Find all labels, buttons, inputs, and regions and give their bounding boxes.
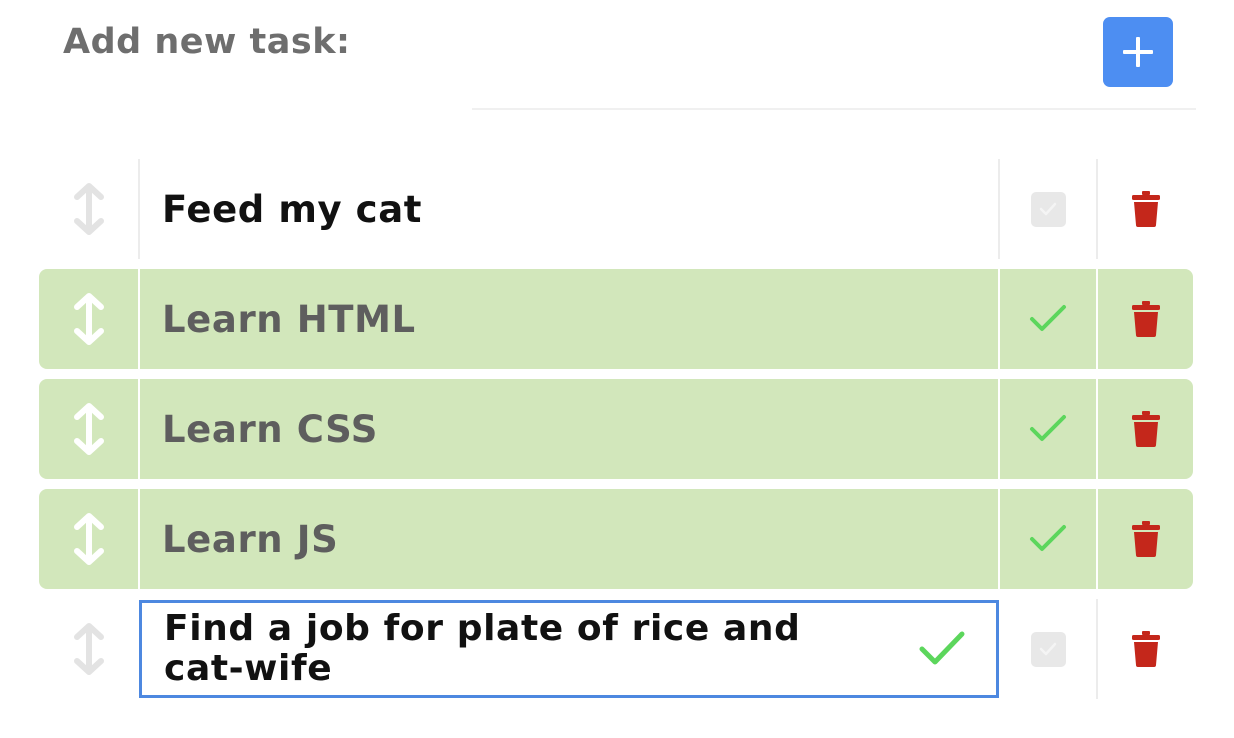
check-icon xyxy=(1030,305,1066,331)
drag-arrows-icon xyxy=(73,623,104,675)
task-text: Learn HTML xyxy=(162,297,416,341)
drag-arrows-icon xyxy=(73,183,104,235)
delete-button[interactable] xyxy=(1098,489,1193,589)
plus-icon xyxy=(1123,37,1153,67)
delete-button[interactable] xyxy=(1098,379,1193,479)
complete-toggle[interactable] xyxy=(1000,159,1098,259)
add-task-label: Add new task: xyxy=(63,22,351,62)
task-edit-field[interactable]: Find a job for plate of rice and cat-wif… xyxy=(139,600,999,698)
check-icon xyxy=(1039,642,1057,656)
complete-toggle[interactable] xyxy=(1000,489,1098,589)
task-row: Feed my cat xyxy=(39,159,1193,259)
drag-handle[interactable] xyxy=(39,599,138,699)
trash-icon xyxy=(1131,521,1160,557)
delete-button[interactable] xyxy=(1098,599,1193,699)
trash-icon xyxy=(1131,191,1160,227)
drag-handle[interactable] xyxy=(39,269,138,369)
drag-arrows-icon xyxy=(73,293,104,345)
drag-arrows-icon xyxy=(73,513,104,565)
task-text-cell[interactable]: Learn HTML xyxy=(138,269,1000,369)
task-row: Learn HTML xyxy=(39,269,1193,369)
complete-toggle[interactable] xyxy=(1000,379,1098,479)
trash-icon xyxy=(1131,631,1160,667)
check-icon xyxy=(919,631,965,665)
check-icon xyxy=(1030,415,1066,441)
trash-icon xyxy=(1131,411,1160,447)
new-task-input[interactable] xyxy=(472,60,1196,110)
check-icon xyxy=(1039,202,1057,216)
complete-toggle[interactable] xyxy=(1000,599,1098,699)
trash-icon xyxy=(1131,301,1160,337)
confirm-edit-button[interactable] xyxy=(917,629,967,669)
drag-handle[interactable] xyxy=(39,379,138,479)
task-text-cell[interactable]: Feed my cat xyxy=(138,159,1000,259)
task-text: Learn JS xyxy=(162,517,339,561)
checkbox[interactable] xyxy=(1030,631,1066,667)
task-row: Learn JS xyxy=(39,489,1193,589)
task-row: Learn CSS xyxy=(39,379,1193,479)
check-icon xyxy=(1030,525,1066,551)
checkbox[interactable] xyxy=(1030,191,1066,227)
task-text: Feed my cat xyxy=(162,187,423,231)
task-text-cell[interactable]: Find a job for plate of rice and cat-wif… xyxy=(138,599,1000,699)
drag-arrows-icon xyxy=(73,403,104,455)
drag-handle[interactable] xyxy=(39,159,138,259)
complete-toggle[interactable] xyxy=(1000,269,1098,369)
add-task-button[interactable] xyxy=(1103,17,1173,87)
task-edit-text[interactable]: Find a job for plate of rice and cat-wif… xyxy=(164,609,864,689)
task-text-cell[interactable]: Learn CSS xyxy=(138,379,1000,479)
task-text: Learn CSS xyxy=(162,407,378,451)
drag-handle[interactable] xyxy=(39,489,138,589)
delete-button[interactable] xyxy=(1098,269,1193,369)
task-row: Find a job for plate of rice and cat-wif… xyxy=(39,599,1193,699)
task-text-cell[interactable]: Learn JS xyxy=(138,489,1000,589)
delete-button[interactable] xyxy=(1098,159,1193,259)
